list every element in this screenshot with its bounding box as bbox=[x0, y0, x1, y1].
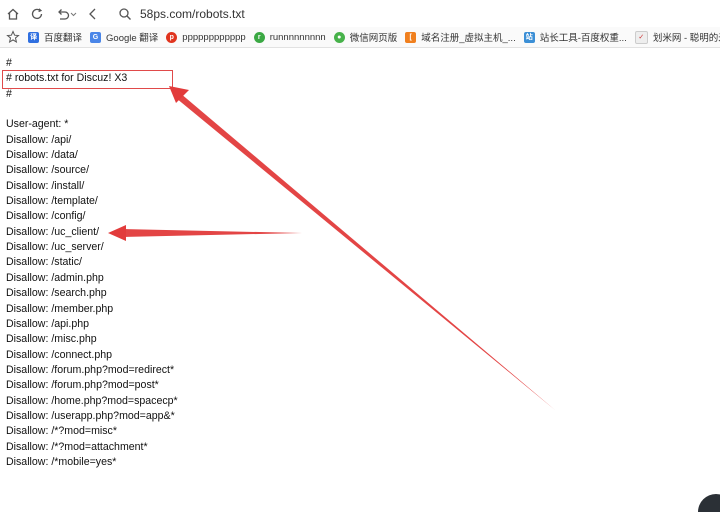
robots-line: Disallow: /data/ bbox=[6, 149, 78, 162]
bookmarks-bar: 译 百度翻译 G Google 翻译 p pppppppppppp r runn… bbox=[0, 27, 720, 48]
bookmark-runnnn[interactable]: r runnnnnnnnn bbox=[253, 31, 326, 43]
bookmark-label: 站长工具-百度权重... bbox=[539, 33, 627, 44]
robots-line: Disallow: /template/ bbox=[6, 195, 98, 208]
back-icon[interactable] bbox=[84, 5, 102, 23]
robots-line: Disallow: /static/ bbox=[6, 256, 82, 269]
robots-line: Disallow: /forum.php?mod=post* bbox=[6, 379, 159, 392]
bookmark-domain[interactable]: [ 域名注册_虚拟主机_... bbox=[405, 30, 516, 44]
bookmark-label: 域名注册_虚拟主机_... bbox=[421, 33, 516, 44]
robots-line: Disallow: /userapp.php?mod=app&* bbox=[6, 409, 175, 422]
bookmark-wechat[interactable]: ● 微信网页版 bbox=[333, 30, 398, 44]
wechat-icon: ● bbox=[333, 31, 345, 43]
robots-line: Disallow: /api.php bbox=[6, 317, 90, 330]
robots-line: Disallow: /*mobile=yes* bbox=[6, 455, 117, 468]
star-icon[interactable] bbox=[6, 30, 20, 44]
google-translate-icon: G bbox=[90, 31, 102, 43]
robots-text: # # robots.txt for Discuz! X3 # User-agent:… bbox=[6, 56, 178, 470]
bookmark-label: pppppppppppp bbox=[182, 31, 246, 43]
robots-line: Disallow: /admin.php bbox=[6, 271, 104, 284]
robots-line: Disallow: /*?mod=attachment* bbox=[6, 440, 148, 453]
bookmark-pppp[interactable]: p pppppppppppp bbox=[166, 31, 246, 43]
robots-line: Disallow: /install/ bbox=[6, 179, 85, 192]
robots-line: Disallow: /member.php bbox=[6, 302, 114, 315]
browser-toolbar: 58ps.com/robots.txt bbox=[0, 0, 720, 27]
robots-line bbox=[6, 102, 178, 117]
robots-line: Disallow: /*?mod=misc* bbox=[6, 425, 117, 438]
bookmark-label: runnnnnnnnn bbox=[269, 31, 326, 43]
robots-line: Disallow: /uc_client/ bbox=[6, 225, 100, 238]
address-bar[interactable]: 58ps.com/robots.txt bbox=[108, 3, 720, 24]
home-icon[interactable] bbox=[4, 5, 22, 23]
robots-line: Disallow: /search.php bbox=[6, 287, 107, 300]
robots-line: Disallow: /api/ bbox=[6, 133, 72, 146]
robots-line: User-agent: * bbox=[6, 118, 69, 131]
baidu-translate-icon: 译 bbox=[28, 31, 39, 43]
bookmark-label: 划米网 - 聪明的米农... bbox=[652, 33, 720, 44]
annotation-highlight-box bbox=[2, 70, 173, 89]
browser-window: 58ps.com/robots.txt 译 百度翻译 G Google 翻译 p… bbox=[0, 0, 720, 512]
refresh-icon[interactable] bbox=[28, 5, 46, 23]
url-text[interactable]: 58ps.com/robots.txt bbox=[140, 7, 245, 21]
search-icon bbox=[119, 7, 131, 20]
r-icon: r bbox=[253, 31, 265, 43]
bookmark-huami[interactable]: ✓ 划米网 - 聪明的米农... bbox=[634, 30, 720, 44]
bookmark-label: Google 翻译 bbox=[106, 33, 159, 44]
annotation-arrow-long bbox=[176, 93, 555, 410]
robots-line: Disallow: /misc.php bbox=[6, 333, 97, 346]
bookmark-webmaster[interactable]: 站 站长工具-百度权重... bbox=[523, 30, 627, 44]
undo-icon[interactable] bbox=[54, 5, 80, 23]
domain-icon: [ bbox=[405, 31, 417, 43]
robots-line: Disallow: /uc_server/ bbox=[6, 241, 104, 254]
robots-line: Disallow: /config/ bbox=[6, 210, 86, 223]
page-content: # # robots.txt for Discuz! X3 # User-agent:… bbox=[0, 48, 720, 512]
webmaster-icon: 站 bbox=[523, 31, 535, 43]
robots-line: Disallow: /home.php?mod=spacecp* bbox=[6, 394, 178, 407]
bookmark-label: 微信网页版 bbox=[349, 33, 398, 44]
corner-avatar bbox=[698, 494, 720, 512]
robots-line: Disallow: /source/ bbox=[6, 164, 90, 177]
huami-icon: ✓ bbox=[634, 30, 648, 44]
robots-line: Disallow: /connect.php bbox=[6, 348, 112, 361]
bookmark-baidu-translate[interactable]: 译 百度翻译 bbox=[28, 30, 82, 44]
bookmark-google-translate[interactable]: G Google 翻译 bbox=[90, 30, 158, 44]
p-icon: p bbox=[166, 31, 178, 43]
robots-line: Disallow: /forum.php?mod=redirect* bbox=[6, 363, 175, 376]
bookmark-label: 百度翻译 bbox=[44, 33, 83, 44]
